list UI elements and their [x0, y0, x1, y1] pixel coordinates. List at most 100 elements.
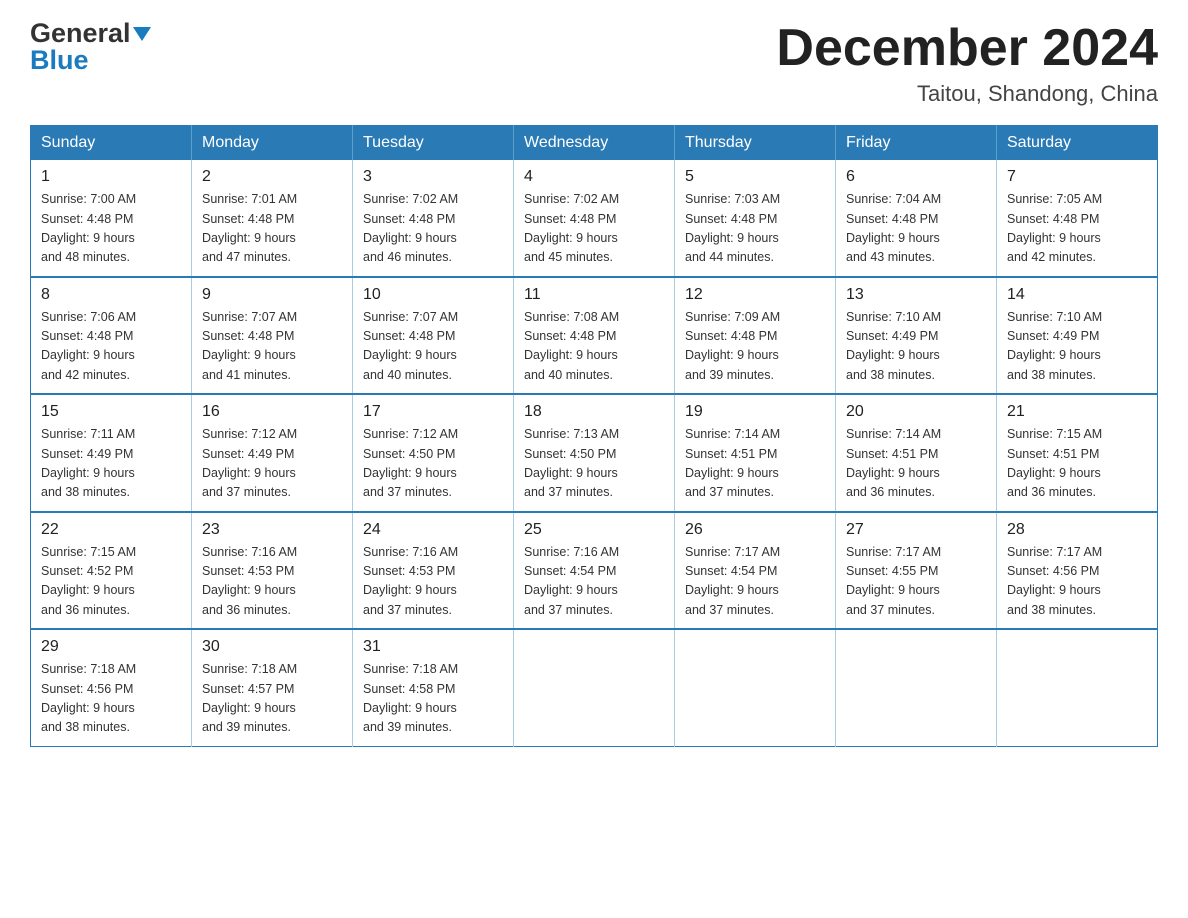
daylight-minutes: and 38 minutes.: [1007, 603, 1096, 617]
daylight-label: Daylight: 9 hours: [202, 348, 296, 362]
sunset-label: Sunset: 4:48 PM: [202, 212, 294, 226]
day-info: Sunrise: 7:16 AMSunset: 4:53 PMDaylight:…: [202, 543, 342, 621]
sunset-label: Sunset: 4:50 PM: [363, 447, 455, 461]
sunrise-label: Sunrise: 7:00 AM: [41, 192, 136, 206]
daylight-minutes: and 37 minutes.: [685, 485, 774, 499]
day-number: 12: [685, 286, 825, 304]
daylight-label: Daylight: 9 hours: [524, 231, 618, 245]
calendar-cell: 6 Sunrise: 7:04 AMSunset: 4:48 PMDayligh…: [836, 160, 997, 277]
sunrise-label: Sunrise: 7:12 AM: [202, 427, 297, 441]
calendar-cell: 13 Sunrise: 7:10 AMSunset: 4:49 PMDaylig…: [836, 277, 997, 395]
calendar-cell: 24 Sunrise: 7:16 AMSunset: 4:53 PMDaylig…: [353, 512, 514, 630]
day-info: Sunrise: 7:17 AMSunset: 4:56 PMDaylight:…: [1007, 543, 1147, 621]
calendar-cell: 19 Sunrise: 7:14 AMSunset: 4:51 PMDaylig…: [675, 394, 836, 512]
calendar-cell: 25 Sunrise: 7:16 AMSunset: 4:54 PMDaylig…: [514, 512, 675, 630]
daylight-label: Daylight: 9 hours: [846, 348, 940, 362]
daylight-label: Daylight: 9 hours: [524, 583, 618, 597]
day-number: 7: [1007, 168, 1147, 186]
day-number: 26: [685, 521, 825, 539]
weekday-header-wednesday: Wednesday: [514, 126, 675, 161]
day-info: Sunrise: 7:18 AMSunset: 4:58 PMDaylight:…: [363, 660, 503, 738]
sunrise-label: Sunrise: 7:02 AM: [363, 192, 458, 206]
day-info: Sunrise: 7:16 AMSunset: 4:53 PMDaylight:…: [363, 543, 503, 621]
sunset-label: Sunset: 4:51 PM: [685, 447, 777, 461]
sunrise-label: Sunrise: 7:17 AM: [846, 545, 941, 559]
day-number: 8: [41, 286, 181, 304]
day-info: Sunrise: 7:17 AMSunset: 4:54 PMDaylight:…: [685, 543, 825, 621]
weekday-header-saturday: Saturday: [997, 126, 1158, 161]
calendar-cell: 17 Sunrise: 7:12 AMSunset: 4:50 PMDaylig…: [353, 394, 514, 512]
calendar-cell: [836, 629, 997, 746]
daylight-minutes: and 37 minutes.: [846, 603, 935, 617]
day-number: 13: [846, 286, 986, 304]
day-number: 30: [202, 638, 342, 656]
day-info: Sunrise: 7:07 AMSunset: 4:48 PMDaylight:…: [202, 308, 342, 386]
daylight-label: Daylight: 9 hours: [1007, 583, 1101, 597]
day-info: Sunrise: 7:01 AMSunset: 4:48 PMDaylight:…: [202, 190, 342, 268]
sunset-label: Sunset: 4:48 PM: [685, 329, 777, 343]
day-number: 21: [1007, 403, 1147, 421]
day-number: 28: [1007, 521, 1147, 539]
calendar-cell: 26 Sunrise: 7:17 AMSunset: 4:54 PMDaylig…: [675, 512, 836, 630]
calendar-cell: 3 Sunrise: 7:02 AMSunset: 4:48 PMDayligh…: [353, 160, 514, 277]
sunrise-label: Sunrise: 7:06 AM: [41, 310, 136, 324]
calendar-cell: 18 Sunrise: 7:13 AMSunset: 4:50 PMDaylig…: [514, 394, 675, 512]
calendar-cell: 10 Sunrise: 7:07 AMSunset: 4:48 PMDaylig…: [353, 277, 514, 395]
day-number: 2: [202, 168, 342, 186]
daylight-label: Daylight: 9 hours: [524, 466, 618, 480]
day-number: 4: [524, 168, 664, 186]
day-number: 19: [685, 403, 825, 421]
calendar-cell: 14 Sunrise: 7:10 AMSunset: 4:49 PMDaylig…: [997, 277, 1158, 395]
day-info: Sunrise: 7:07 AMSunset: 4:48 PMDaylight:…: [363, 308, 503, 386]
calendar-cell: 5 Sunrise: 7:03 AMSunset: 4:48 PMDayligh…: [675, 160, 836, 277]
daylight-label: Daylight: 9 hours: [1007, 466, 1101, 480]
sunrise-label: Sunrise: 7:15 AM: [41, 545, 136, 559]
sunset-label: Sunset: 4:48 PM: [41, 329, 133, 343]
day-info: Sunrise: 7:02 AMSunset: 4:48 PMDaylight:…: [363, 190, 503, 268]
sunrise-label: Sunrise: 7:18 AM: [202, 662, 297, 676]
calendar-cell: 11 Sunrise: 7:08 AMSunset: 4:48 PMDaylig…: [514, 277, 675, 395]
daylight-label: Daylight: 9 hours: [41, 348, 135, 362]
weekday-header-thursday: Thursday: [675, 126, 836, 161]
daylight-minutes: and 42 minutes.: [1007, 250, 1096, 264]
daylight-minutes: and 36 minutes.: [41, 603, 130, 617]
daylight-minutes: and 40 minutes.: [524, 368, 613, 382]
sunset-label: Sunset: 4:49 PM: [41, 447, 133, 461]
sunset-label: Sunset: 4:57 PM: [202, 682, 294, 696]
calendar-cell: 21 Sunrise: 7:15 AMSunset: 4:51 PMDaylig…: [997, 394, 1158, 512]
daylight-minutes: and 37 minutes.: [524, 603, 613, 617]
calendar-cell: [514, 629, 675, 746]
daylight-label: Daylight: 9 hours: [41, 231, 135, 245]
sunrise-label: Sunrise: 7:17 AM: [1007, 545, 1102, 559]
day-info: Sunrise: 7:11 AMSunset: 4:49 PMDaylight:…: [41, 425, 181, 503]
calendar-week-row: 22 Sunrise: 7:15 AMSunset: 4:52 PMDaylig…: [31, 512, 1158, 630]
daylight-minutes: and 41 minutes.: [202, 368, 291, 382]
daylight-label: Daylight: 9 hours: [685, 466, 779, 480]
daylight-label: Daylight: 9 hours: [202, 231, 296, 245]
day-number: 23: [202, 521, 342, 539]
day-info: Sunrise: 7:10 AMSunset: 4:49 PMDaylight:…: [1007, 308, 1147, 386]
calendar-cell: 9 Sunrise: 7:07 AMSunset: 4:48 PMDayligh…: [192, 277, 353, 395]
daylight-label: Daylight: 9 hours: [41, 583, 135, 597]
month-title: December 2024: [776, 20, 1158, 77]
day-info: Sunrise: 7:09 AMSunset: 4:48 PMDaylight:…: [685, 308, 825, 386]
sunrise-label: Sunrise: 7:10 AM: [846, 310, 941, 324]
day-number: 31: [363, 638, 503, 656]
daylight-minutes: and 44 minutes.: [685, 250, 774, 264]
sunrise-label: Sunrise: 7:13 AM: [524, 427, 619, 441]
weekday-header-friday: Friday: [836, 126, 997, 161]
daylight-minutes: and 37 minutes.: [685, 603, 774, 617]
day-number: 11: [524, 286, 664, 304]
calendar-cell: 28 Sunrise: 7:17 AMSunset: 4:56 PMDaylig…: [997, 512, 1158, 630]
calendar-cell: 23 Sunrise: 7:16 AMSunset: 4:53 PMDaylig…: [192, 512, 353, 630]
sunrise-label: Sunrise: 7:16 AM: [363, 545, 458, 559]
daylight-minutes: and 48 minutes.: [41, 250, 130, 264]
calendar-cell: 29 Sunrise: 7:18 AMSunset: 4:56 PMDaylig…: [31, 629, 192, 746]
logo-general-text: General: [30, 20, 131, 47]
sunset-label: Sunset: 4:56 PM: [41, 682, 133, 696]
sunrise-label: Sunrise: 7:14 AM: [846, 427, 941, 441]
day-number: 22: [41, 521, 181, 539]
calendar-cell: [997, 629, 1158, 746]
sunset-label: Sunset: 4:54 PM: [685, 564, 777, 578]
day-number: 17: [363, 403, 503, 421]
